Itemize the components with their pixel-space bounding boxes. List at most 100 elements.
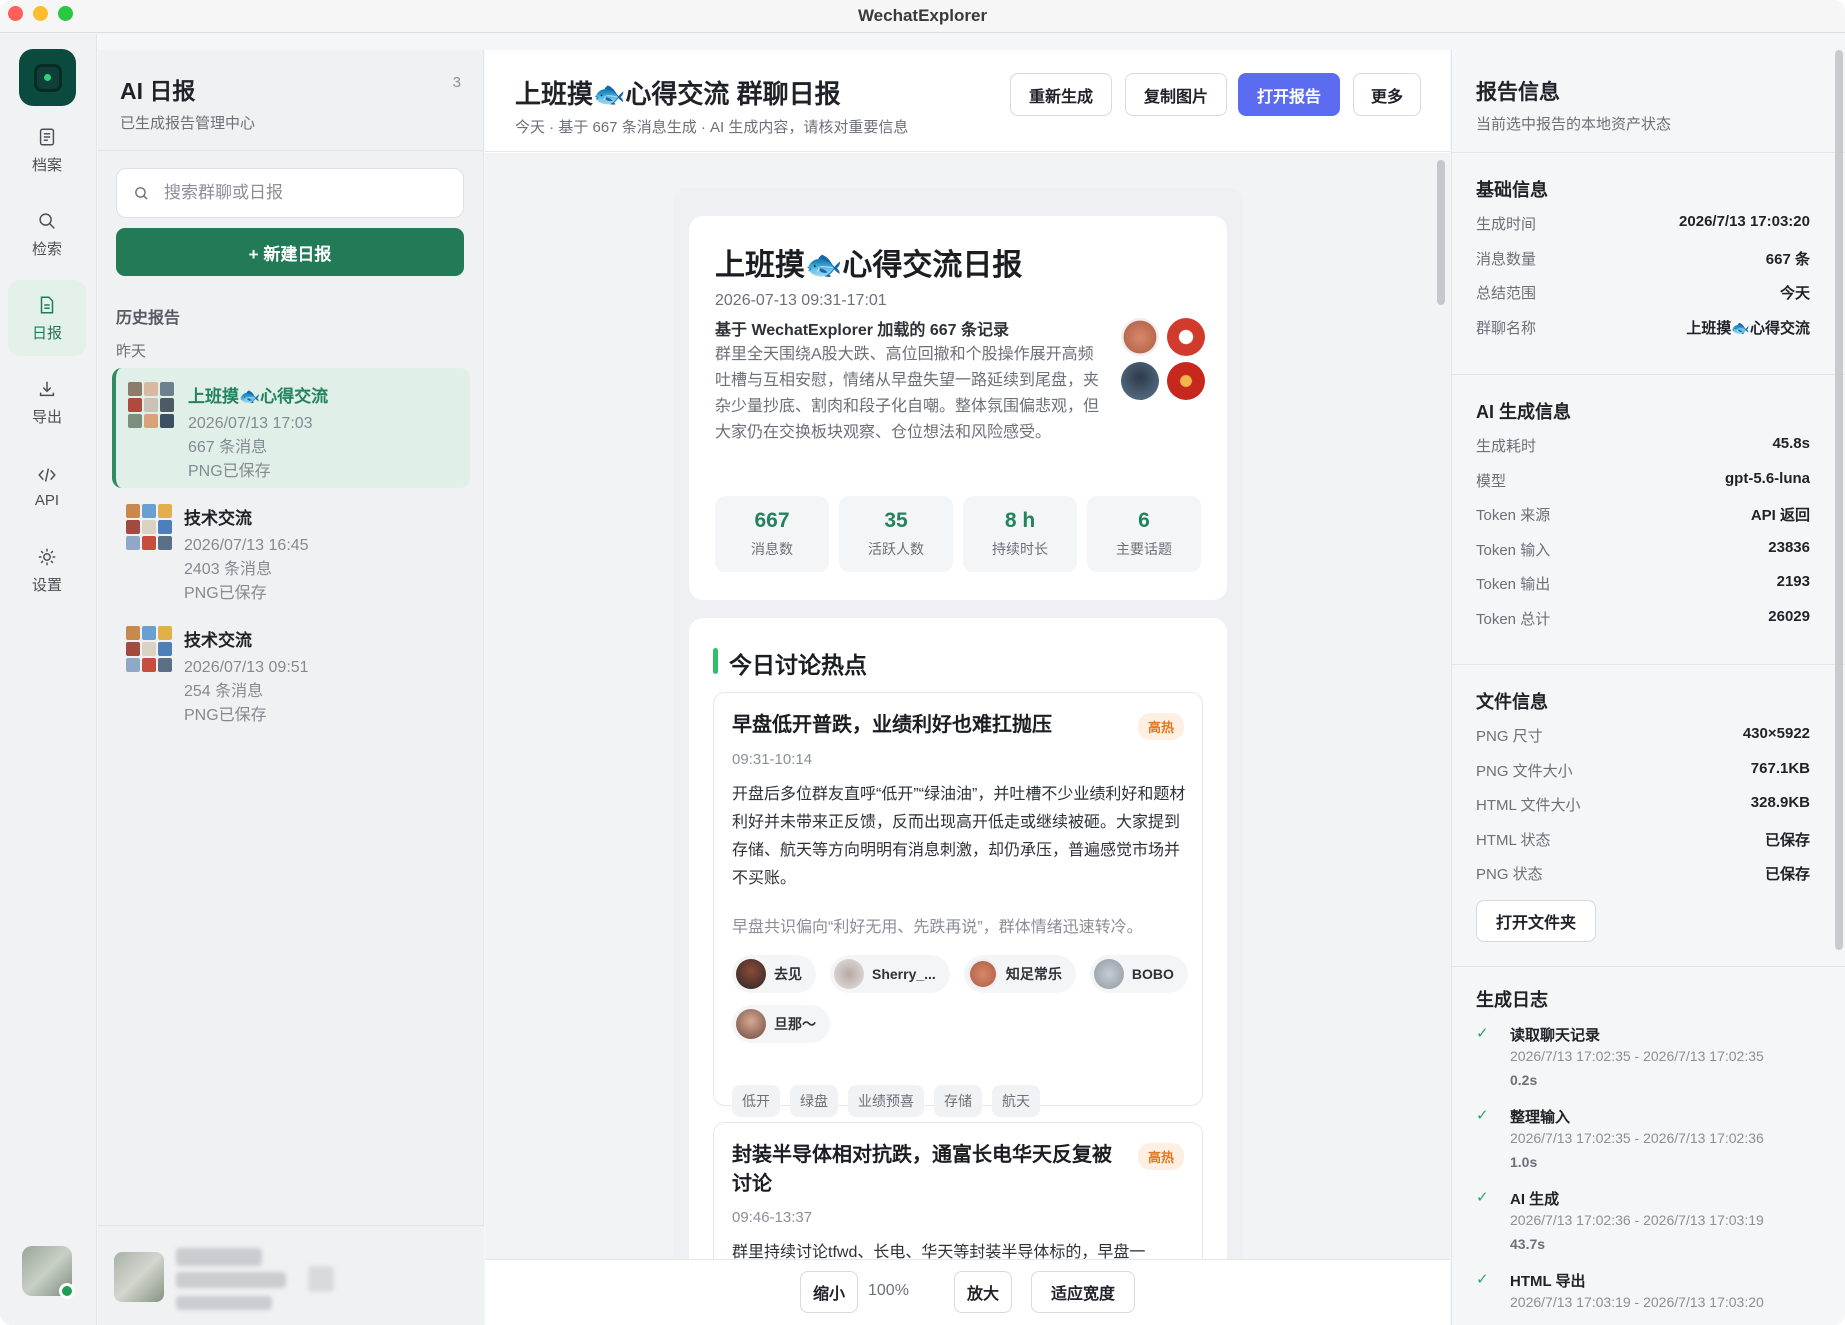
search-box[interactable] (116, 168, 464, 218)
topic-body: 开盘后多位群友直呼“低开”“绿油油”，并吐槽不少业绩利好和题材利好并未带来正反馈… (732, 786, 1186, 887)
download-icon (39, 381, 55, 396)
open-folder-button[interactable]: 打开文件夹 (1476, 900, 1596, 942)
rail-item-label: 设置 (31, 576, 62, 594)
report-status: PNG已保存 (184, 585, 267, 602)
account-bar[interactable] (98, 1225, 484, 1325)
participant-chip: 旦那～ (732, 1005, 830, 1043)
participant-chip: 知足常乐 (963, 955, 1076, 993)
avatar (1093, 959, 1124, 989)
report-list-item[interactable]: 技术交流 2026/07/13 16:45 2403 条消息 PNG已保存 (112, 490, 470, 610)
info-row: 群聊名称 上班摸🐟心得交流 (1476, 320, 1810, 337)
info-panel-scrollbar[interactable] (1835, 50, 1843, 950)
report-canvas[interactable]: 上班摸🐟心得交流日报 2026-07-13 09:31-17:01 基于 Wec… (485, 153, 1450, 1259)
report-page: 上班摸🐟心得交流日报 2026-07-13 09:31-17:01 基于 Wec… (673, 188, 1243, 1259)
zoom-toolbar: 缩小 100% 放大 适应宽度 (485, 1259, 1450, 1325)
rail-item-search[interactable]: 检索 (8, 196, 86, 272)
stat-card: 35 活跃人数 (839, 496, 953, 572)
group-thumbnail (128, 382, 174, 428)
rail-item-report[interactable]: 日报 (8, 280, 86, 356)
rail-item-archive[interactable]: 档案 (8, 112, 86, 188)
topic-tag: 绿盘 (790, 1085, 838, 1117)
topic-tag: 业绩预喜 (848, 1085, 924, 1117)
stat-card: 667 消息数 (715, 496, 829, 572)
report-icon (40, 295, 54, 314)
copy-image-button[interactable]: 复制图片 (1125, 73, 1227, 116)
report-count: 3 (452, 74, 461, 91)
page-title: 上班摸🐟心得交流 群聊日报 (515, 79, 841, 109)
report-status: PNG已保存 (188, 463, 271, 480)
check-icon: ✓ (1476, 1271, 1489, 1288)
avatar (736, 1009, 766, 1039)
report-preview-area: 上班摸🐟心得交流 群聊日报 今天 · 基于 667 条消息生成 · AI 生成内… (485, 50, 1450, 1325)
report-message-count: 2403 条消息 (184, 561, 273, 578)
stats-row: 667 消息数 35 活跃人数 8 h 持续时长 6 主要话题 (715, 496, 1201, 572)
stat-value: 6 (1138, 509, 1150, 532)
avatar (967, 959, 998, 989)
topic-tag: 低开 (732, 1085, 780, 1117)
ai-info-heading: AI 生成信息 (1476, 402, 1572, 422)
avatar (1121, 362, 1159, 400)
user-avatar[interactable] (22, 1246, 75, 1299)
redacted-account-name (176, 1248, 262, 1266)
rail-item-label: 日报 (31, 324, 62, 342)
participant-chip: 去见 (732, 955, 816, 993)
open-report-button[interactable]: 打开报告 (1238, 73, 1340, 116)
zoom-window-button[interactable] (58, 6, 73, 21)
summary-card: 上班摸🐟心得交流日报 2026-07-13 09:31-17:01 基于 Wec… (689, 216, 1227, 600)
redacted-account-id (176, 1272, 286, 1288)
report-date: 2026-07-13 09:31-17:01 (715, 292, 887, 309)
topic-time: 09:31-10:14 (732, 751, 813, 768)
list-title: AI 日报 (120, 78, 196, 104)
hot-topics-title: 今日讨论热点 (713, 646, 867, 680)
info-row: HTML 文件大小 328.9KB (1476, 794, 1810, 814)
fit-width-button[interactable]: 适应宽度 (1031, 1271, 1135, 1313)
info-row: Token 输出 2193 (1476, 573, 1810, 593)
topic-tag: 航天 (992, 1085, 1040, 1117)
report-info-panel: 报告信息 当前选中报告的本地资产状态 基础信息 生成时间 2026/7/13 17… (1451, 50, 1845, 1325)
rail-item-settings[interactable]: 设置 (8, 532, 86, 608)
search-icon (135, 186, 148, 200)
avatar (1167, 362, 1205, 400)
more-button[interactable]: 更多 (1353, 73, 1421, 116)
report-message-count: 667 条消息 (188, 439, 268, 456)
gear-icon (38, 548, 56, 565)
report-time: 2026/07/13 16:45 (184, 537, 309, 554)
info-row: HTML 状态 已保存 (1476, 832, 1810, 849)
canvas-scrollbar-thumb[interactable] (1437, 160, 1445, 305)
zoom-in-button[interactable]: 放大 (954, 1271, 1012, 1313)
avatar (1121, 318, 1159, 356)
minimize-window-button[interactable] (33, 6, 48, 21)
stat-card: 8 h 持续时长 (963, 496, 1077, 572)
file-info-heading: 文件信息 (1476, 692, 1548, 712)
hot-badge: 高热 (1137, 1143, 1184, 1170)
app-window: WechatExplorer 档案 检索 日报 导出 API 设置 AI 日报 … (0, 0, 1845, 1325)
stat-label: 消息数 (751, 541, 793, 557)
report-header: 上班摸🐟心得交流 群聊日报 今天 · 基于 667 条消息生成 · AI 生成内… (485, 50, 1450, 152)
info-row: 生成时间 2026/7/13 17:03:20 (1476, 213, 1810, 233)
report-time: 2026/07/13 17:03 (188, 415, 313, 432)
info-row: Token 总计 26029 (1476, 608, 1810, 628)
report-list-item[interactable]: 上班摸🐟心得交流 2026/07/13 17:03 667 条消息 PNG已保存 (112, 368, 470, 488)
stat-value: 667 (754, 509, 790, 532)
participant-chip: BOBO (1089, 955, 1188, 993)
report-title: 上班摸🐟心得交流日报 (715, 249, 1023, 282)
canvas-scrollbar[interactable] (1433, 153, 1447, 1259)
new-report-button[interactable]: + 新建日报 (116, 228, 464, 276)
info-row: 模型 gpt-5.6-luna (1476, 470, 1810, 490)
regenerate-button[interactable]: 重新生成 (1010, 73, 1112, 116)
rail-item-export[interactable]: 导出 (8, 364, 86, 440)
account-avatar (114, 1252, 164, 1302)
search-input[interactable] (164, 183, 444, 203)
topic-card: 早盘低开普跌，业绩利好也难扛抛压 高热 09:31-10:14 开盘后多位群友直… (713, 692, 1203, 1117)
report-list-item[interactable]: 技术交流 2026/07/13 09:51 254 条消息 PNG已保存 (112, 612, 470, 732)
zoom-out-button[interactable]: 缩小 (800, 1271, 858, 1313)
info-row: PNG 尺寸 430×5922 (1476, 725, 1810, 745)
basic-info-heading: 基础信息 (1476, 180, 1548, 200)
info-row: Token 输入 23836 (1476, 539, 1810, 559)
close-window-button[interactable] (8, 6, 23, 21)
stat-label: 持续时长 (992, 541, 1048, 557)
topic-tags: 低开 绿盘 业绩预喜 存储 航天 (732, 1085, 1040, 1117)
rail-item-api[interactable]: API (8, 448, 86, 524)
topic-participants: 去见 Sherry_... 知足常乐 BOBO 旦那～ (732, 955, 1192, 1043)
report-summary: 群里全天围绕A股大跌、高位回撤和个股操作展开高频吐槽与互相安慰，情绪从早盘失望一… (715, 346, 1100, 441)
